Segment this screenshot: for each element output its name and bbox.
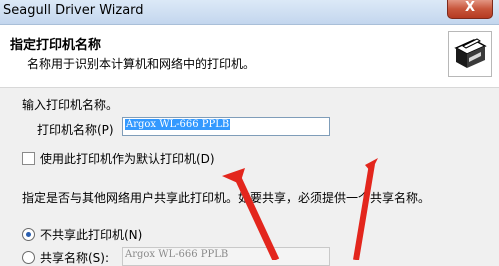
sharing-description: 指定是否与其他网络用户共享此打印机。如要共享，必须提供一个共享名称。 bbox=[22, 191, 431, 205]
close-button[interactable]: X bbox=[447, 0, 493, 19]
window-title: Seagull Driver Wizard bbox=[3, 3, 144, 18]
no-share-radio[interactable] bbox=[22, 228, 35, 241]
share-name-label: 共享名称(S): bbox=[40, 251, 110, 265]
default-printer-label: 使用此打印机作为默认打印机(D) bbox=[40, 152, 215, 166]
printer-name-label: 打印机名称(P) bbox=[37, 123, 114, 137]
wizard-header: 指定打印机名称 名称用于识别本计算机和网络中的打印机。 bbox=[0, 25, 499, 88]
default-printer-checkbox[interactable] bbox=[22, 152, 35, 165]
page-title: 指定打印机名称 bbox=[10, 38, 102, 53]
printer-name-prompt: 输入打印机名称。 bbox=[22, 98, 119, 112]
printer-icon bbox=[448, 31, 492, 77]
printer-name-input[interactable]: Argox WL-666 PPLB bbox=[122, 117, 330, 136]
printer-name-value: Argox WL-666 PPLB bbox=[125, 119, 231, 130]
share-name-radio[interactable] bbox=[22, 251, 35, 264]
no-share-label: 不共享此打印机(N) bbox=[40, 228, 143, 242]
title-bar: Seagull Driver Wizard X bbox=[0, 0, 499, 25]
share-name-input[interactable]: Argox WL-666 PPLB bbox=[122, 247, 330, 266]
share-name-value: Argox WL-666 PPLB bbox=[125, 249, 229, 260]
page-subtitle: 名称用于识别本计算机和网络中的打印机。 bbox=[27, 57, 256, 71]
arrow-right bbox=[353, 158, 378, 260]
